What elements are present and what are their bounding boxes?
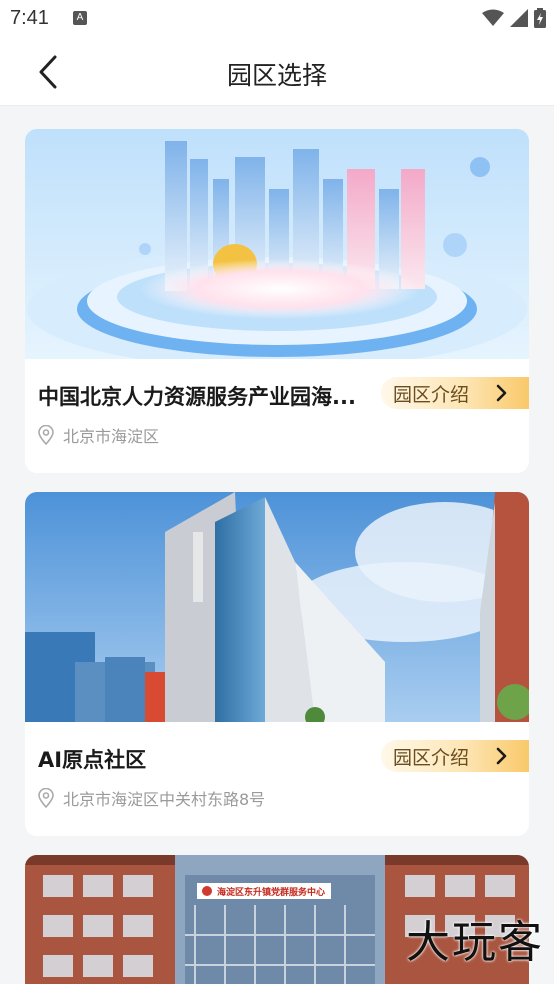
park-address-text: 北京市海淀区 xyxy=(63,427,160,446)
signal-icon xyxy=(510,9,528,27)
status-bar: 7:41 A xyxy=(0,0,554,38)
park-image xyxy=(25,492,529,722)
battery-charging-icon xyxy=(534,8,546,28)
park-card[interactable]: AI原点社区 园区介绍 北京市海淀区中关村东路8号 xyxy=(25,492,529,836)
park-address-text: 北京市海淀区中关村东路8号 xyxy=(63,790,266,809)
notification-icon: A xyxy=(73,11,87,25)
park-intro-button[interactable]: 园区介绍 xyxy=(381,377,529,409)
status-icons xyxy=(482,8,546,28)
park-address: 北京市海淀区中关村东路8号 xyxy=(37,786,265,810)
watermark: 大玩客 xyxy=(406,917,544,968)
chevron-right-icon xyxy=(496,747,507,765)
location-pin-icon xyxy=(38,788,54,808)
park-intro-label: 园区介绍 xyxy=(393,383,470,406)
wifi-icon xyxy=(482,9,504,26)
park-image xyxy=(25,129,529,359)
park-address: 北京市海淀区 xyxy=(37,423,159,447)
page-title: 园区选择 xyxy=(226,61,327,90)
building-sign-text: 海淀区东升镇党群服务中心 xyxy=(217,888,326,898)
location-pin-icon xyxy=(38,425,54,445)
park-name: 中国北京人力资源服务产业园海... xyxy=(38,385,356,409)
park-intro-label: 园区介绍 xyxy=(393,746,470,769)
park-intro-button[interactable]: 园区介绍 xyxy=(381,740,529,772)
park-card[interactable]: 中国北京人力资源服务产业园海... 园区介绍 北京市海淀区 xyxy=(25,129,529,473)
nav-bar: 园区选择 xyxy=(0,38,554,106)
park-name: AI原点社区 xyxy=(38,748,147,772)
chevron-right-icon xyxy=(496,384,507,402)
status-time: 7:41 xyxy=(10,7,49,29)
